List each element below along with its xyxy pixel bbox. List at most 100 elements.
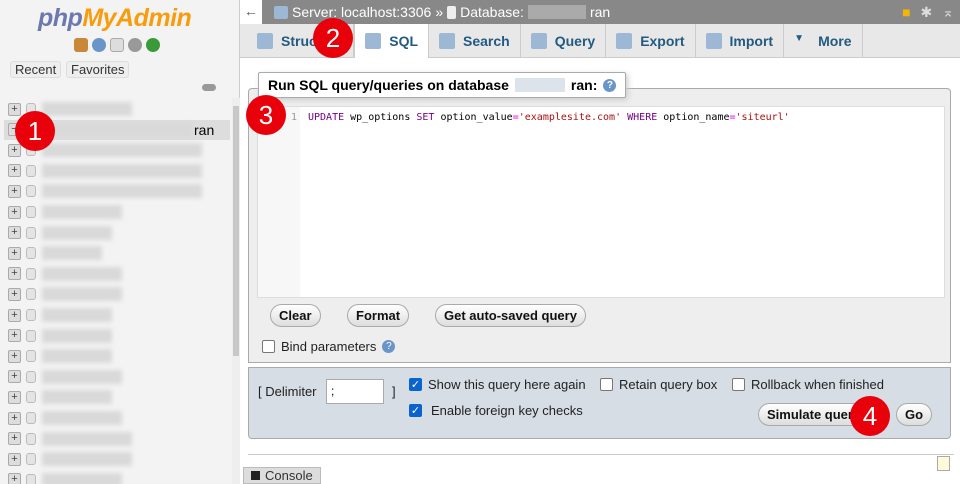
database-icon xyxy=(26,350,36,363)
tab-more[interactable]: ▼ More xyxy=(784,24,863,58)
get-auto-saved-query-button[interactable]: Get auto-saved query xyxy=(435,304,586,327)
database-tree-item[interactable]: + xyxy=(4,367,230,387)
database-tree-item[interactable]: + xyxy=(4,284,230,304)
docs-icon[interactable] xyxy=(110,38,124,52)
lock-icon[interactable]: ■ xyxy=(902,4,910,21)
database-tree-item[interactable]: + xyxy=(4,470,230,484)
link-icon[interactable] xyxy=(202,84,216,91)
expand-icon[interactable]: + xyxy=(8,390,21,404)
database-icon xyxy=(26,267,36,280)
expand-icon[interactable]: + xyxy=(8,226,21,240)
tab-search[interactable]: Search xyxy=(429,24,521,58)
query-icon xyxy=(530,33,547,49)
expand-icon[interactable]: + xyxy=(8,452,21,466)
database-icon xyxy=(26,206,36,218)
expand-icon[interactable]: + xyxy=(8,246,21,260)
database-icon xyxy=(26,185,36,198)
database-tree-item[interactable]: + xyxy=(4,305,230,325)
expand-icon[interactable]: + xyxy=(8,184,21,198)
database-icon xyxy=(26,412,36,424)
help-icon[interactable] xyxy=(92,38,106,52)
database-tree-item[interactable]: + xyxy=(4,243,230,263)
step-badge-4: 4 xyxy=(850,396,890,436)
step-badge-1: 1 xyxy=(15,111,55,151)
query-options-panel: [ Delimiter ; ] ✓ Show this query here ag… xyxy=(248,367,951,439)
bind-parameters-checkbox[interactable] xyxy=(262,340,275,353)
foreign-key-checks-checkbox[interactable]: ✓ xyxy=(409,404,422,417)
database-tree-item[interactable]: + xyxy=(4,429,230,449)
expand-icon[interactable]: + xyxy=(8,205,21,219)
database-tree-item[interactable]: + xyxy=(4,264,230,284)
gear-icon[interactable]: ✱ xyxy=(921,4,933,21)
import-icon xyxy=(705,33,722,49)
database-tree-item[interactable]: + xyxy=(4,449,230,469)
format-button[interactable]: Format xyxy=(347,304,410,327)
help-icon[interactable]: ? xyxy=(382,340,396,353)
top-breadcrumb-bar: ← Server: localhost:3306 » Database: ran… xyxy=(240,0,960,24)
database-link[interactable]: Database: xyxy=(460,4,524,20)
collapse-icon[interactable]: ⌅ xyxy=(942,4,954,21)
database-tree-item[interactable]: + xyxy=(4,408,230,428)
step-badge-3: 3 xyxy=(246,95,286,135)
notes-icon[interactable] xyxy=(937,456,950,471)
database-tree-item[interactable]: + xyxy=(4,346,230,366)
go-button[interactable]: Go xyxy=(896,403,933,426)
database-icon xyxy=(26,288,36,301)
sidebar-scrollbar[interactable] xyxy=(232,98,240,484)
rollback-checkbox[interactable] xyxy=(732,378,745,391)
sql-query-editor[interactable]: 1 UPDATE wp_options SET option_value='ex… xyxy=(257,106,945,298)
database-icon xyxy=(26,164,36,177)
sql-fieldset: 1 UPDATE wp_options SET option_value='ex… xyxy=(248,88,951,363)
sql-query-heading: Run SQL query/queries on database ran:? xyxy=(258,72,627,98)
database-icon xyxy=(26,432,36,445)
step-badge-2: 2 xyxy=(313,18,353,58)
favorites-button[interactable]: Favorites xyxy=(66,61,130,78)
tab-query[interactable]: Query xyxy=(521,24,607,58)
settings-icon[interactable] xyxy=(128,38,142,52)
retain-query-box-checkbox[interactable] xyxy=(600,378,613,391)
expand-icon[interactable]: + xyxy=(8,267,21,281)
phpmyadmin-logo[interactable]: phpMyAdmin xyxy=(38,4,192,33)
database-tree: +−ran+++++++++++++++++ xyxy=(0,98,232,484)
database-icon xyxy=(26,329,36,342)
database-icon xyxy=(26,247,36,260)
database-tree-item[interactable]: + xyxy=(4,387,230,407)
database-tree-item[interactable]: + xyxy=(4,181,230,201)
database-tree-item[interactable]: + xyxy=(4,223,230,243)
console-toggle[interactable]: Console xyxy=(243,467,321,484)
expand-icon[interactable]: + xyxy=(8,411,21,425)
expand-icon[interactable]: + xyxy=(8,349,21,363)
tab-import[interactable]: Import xyxy=(696,24,785,58)
expand-icon[interactable]: + xyxy=(8,143,21,157)
collapse-sidebar-button[interactable]: ← xyxy=(240,0,262,24)
show-query-again-checkbox[interactable]: ✓ xyxy=(409,378,422,391)
database-tree-item[interactable]: + xyxy=(4,202,230,222)
expand-icon[interactable]: + xyxy=(8,102,21,116)
database-icon xyxy=(447,5,457,19)
database-tree-item[interactable]: + xyxy=(4,161,230,181)
caret-down-icon: ▼ xyxy=(794,33,804,44)
server-link[interactable]: Server: localhost:3306 xyxy=(292,4,431,20)
tab-sql[interactable]: SQL xyxy=(354,24,430,58)
database-icon xyxy=(26,473,36,484)
divider xyxy=(248,454,954,455)
help-icon[interactable]: ? xyxy=(603,78,617,92)
expand-icon[interactable]: + xyxy=(8,432,21,446)
redacted-text xyxy=(527,5,586,19)
delimiter-input[interactable]: ; xyxy=(326,379,384,404)
expand-icon[interactable]: + xyxy=(8,370,21,384)
search-icon xyxy=(439,33,456,49)
expand-icon[interactable]: + xyxy=(8,308,21,322)
database-icon xyxy=(26,453,36,466)
expand-icon[interactable]: + xyxy=(8,473,21,484)
clear-button[interactable]: Clear xyxy=(270,304,321,327)
expand-icon[interactable]: + xyxy=(8,287,21,301)
reload-icon[interactable] xyxy=(146,38,160,52)
recent-button[interactable]: Recent xyxy=(10,61,62,78)
tab-export[interactable]: Export xyxy=(606,24,696,58)
expand-icon[interactable]: + xyxy=(8,329,21,343)
expand-icon[interactable]: + xyxy=(8,164,21,178)
server-icon xyxy=(274,5,288,19)
database-tree-item[interactable]: + xyxy=(4,326,230,346)
home-icon[interactable] xyxy=(74,38,88,52)
